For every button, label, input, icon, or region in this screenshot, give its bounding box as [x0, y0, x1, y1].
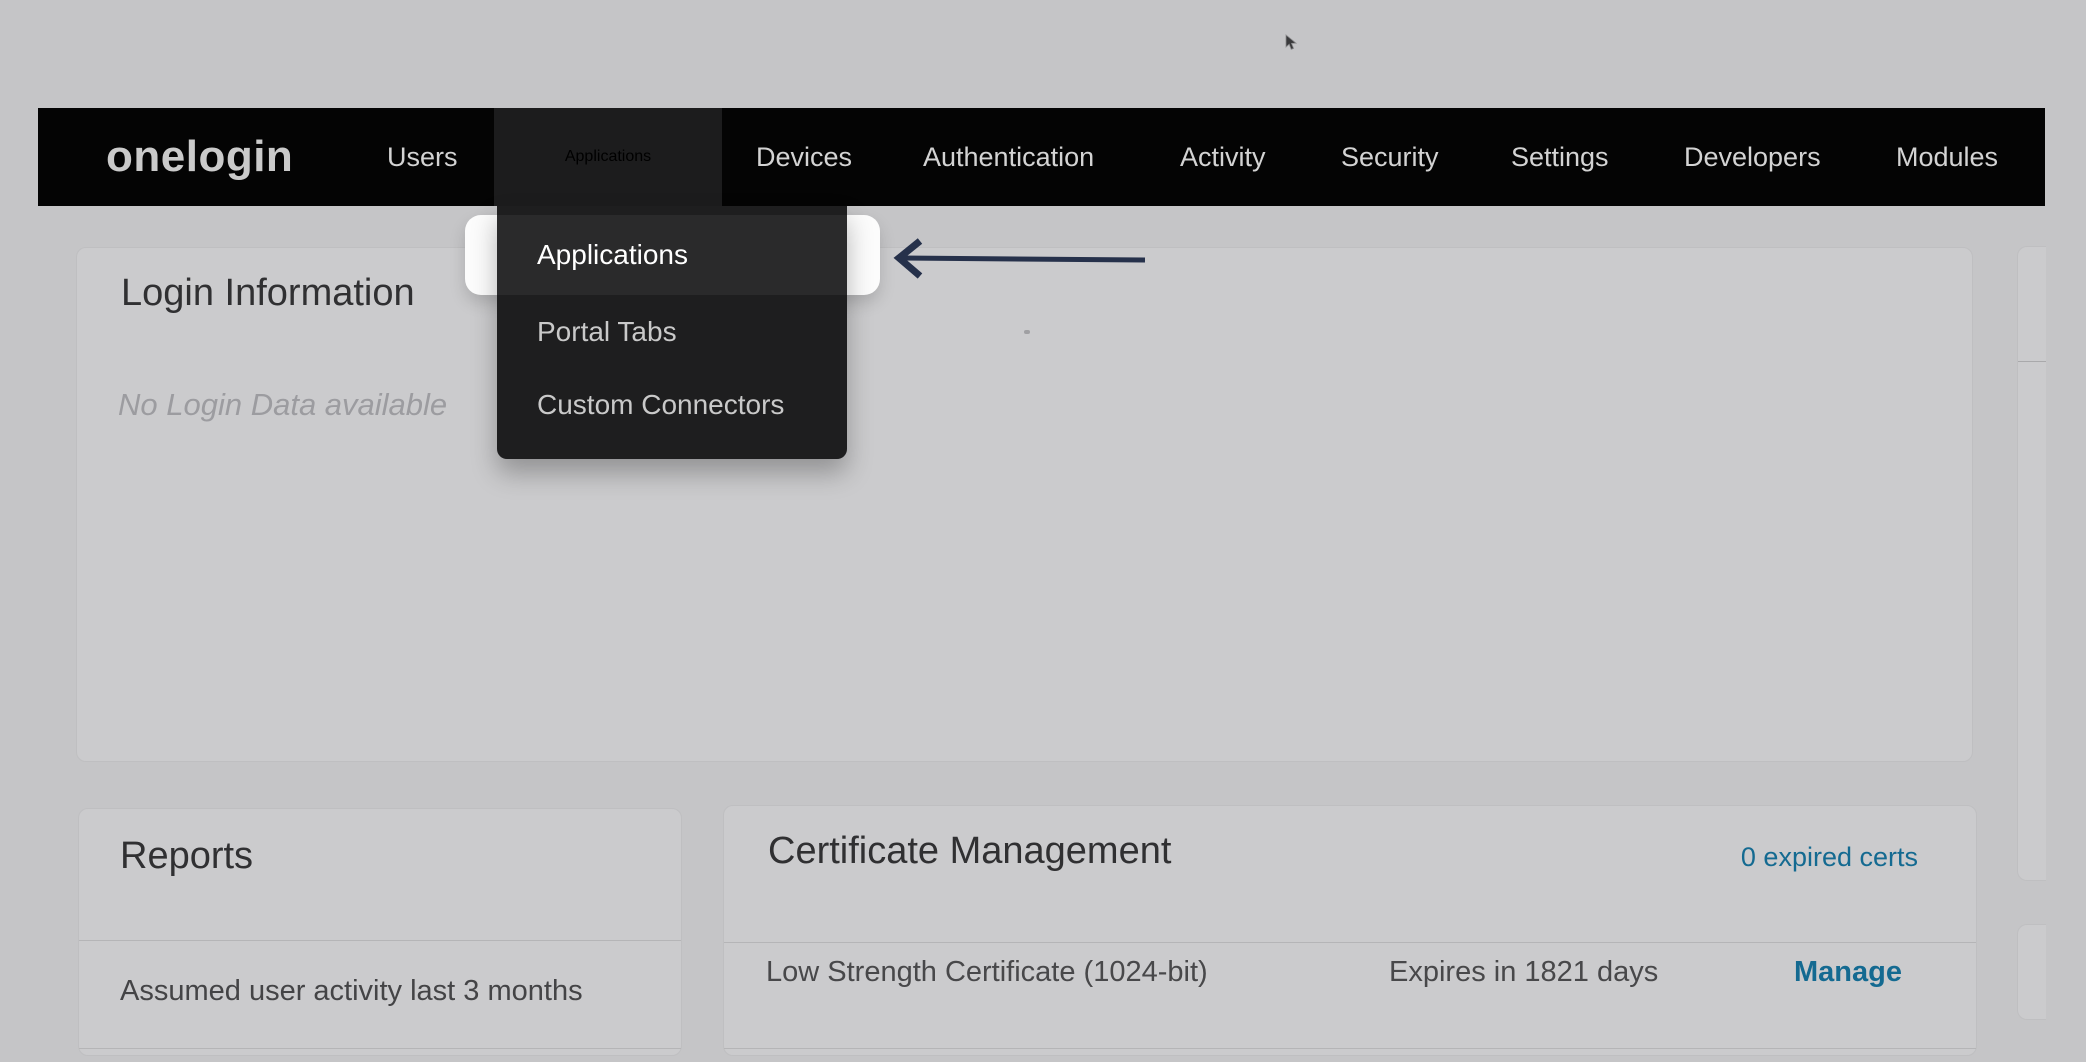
dropdown-item-portal-tabs[interactable]: Portal Tabs [497, 301, 847, 363]
nav-item-users[interactable]: Users [387, 108, 458, 206]
certificate-management-card: Certificate Management 0 expired certs L… [723, 805, 1977, 1056]
reports-header-divider [79, 940, 681, 941]
mouse-pointer-icon [1284, 34, 1298, 52]
cutoff-card-right-top [2017, 246, 2046, 881]
no-login-data-message: No Login Data available [118, 387, 447, 423]
dropdown-item-portal-tabs-label: Portal Tabs [537, 316, 677, 348]
left-arrow-icon [890, 235, 1152, 283]
expired-certs-link[interactable]: 0 expired certs [1741, 842, 1918, 873]
nav-item-applications-label: Applications [565, 148, 651, 166]
applications-dropdown-menu: Applications Portal Tabs Custom Connecto… [497, 206, 847, 459]
certificate-expiry: Expires in 1821 days [1389, 956, 1658, 989]
certificate-header-divider [724, 942, 1976, 943]
dropdown-item-applications-label: Applications [537, 239, 688, 271]
dropdown-item-custom-connectors[interactable]: Custom Connectors [497, 374, 847, 436]
manage-certificate-button[interactable]: Manage [1794, 956, 1902, 989]
nav-item-settings[interactable]: Settings [1511, 108, 1609, 206]
certificate-management-title: Certificate Management [768, 830, 1171, 873]
reports-row-divider [79, 1048, 681, 1049]
login-information-card: Login Information No Login Data availabl… [76, 247, 1973, 762]
nav-item-security[interactable]: Security [1341, 108, 1439, 206]
reports-card: Reports Assumed user activity last 3 mon… [78, 808, 682, 1056]
screen-artifact-dot [1024, 330, 1030, 334]
nav-item-modules[interactable]: Modules [1896, 108, 1998, 206]
certificate-name: Low Strength Certificate (1024-bit) [766, 956, 1208, 989]
onelogin-logo[interactable]: onelogin [106, 108, 293, 206]
certificate-row-divider [724, 1048, 1976, 1049]
nav-item-authentication[interactable]: Authentication [923, 108, 1094, 206]
dropdown-item-custom-connectors-label: Custom Connectors [537, 389, 784, 421]
cutoff-card-divider [2018, 361, 2046, 362]
cutoff-card-right-bottom [2017, 924, 2046, 1020]
top-navbar: onelogin Users Applications Devices Auth… [38, 108, 2045, 206]
nav-item-developers[interactable]: Developers [1684, 108, 1821, 206]
report-list-item[interactable]: Assumed user activity last 3 months [120, 975, 583, 1008]
reports-title: Reports [120, 835, 253, 878]
nav-item-activity[interactable]: Activity [1180, 108, 1266, 206]
dropdown-item-applications[interactable]: Applications [497, 215, 847, 295]
login-information-title: Login Information [121, 272, 415, 315]
nav-item-devices[interactable]: Devices [756, 108, 852, 206]
nav-item-applications[interactable]: Applications [494, 108, 722, 206]
